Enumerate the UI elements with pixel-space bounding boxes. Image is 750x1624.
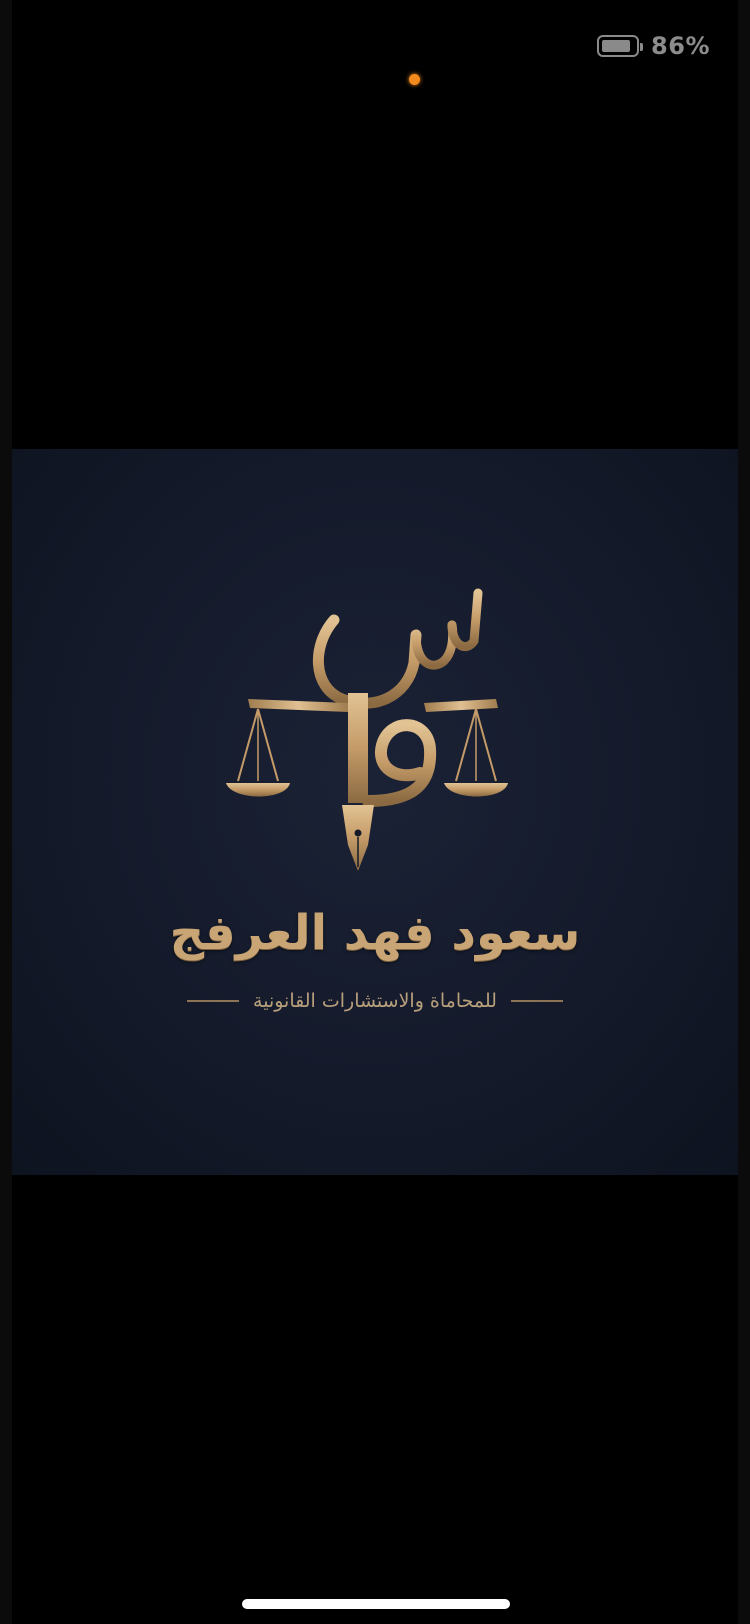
tagline-divider-left: [187, 1000, 240, 1002]
left-edge: [0, 0, 12, 1624]
tagline: للمحاماة والاستشارات القانونية: [253, 990, 497, 1012]
letter-fa-shape: [348, 693, 437, 807]
left-scale-pan-icon: [226, 708, 290, 797]
right-beam: [424, 699, 498, 712]
status-bar: 86%: [597, 30, 710, 62]
monogram-emblem: [226, 588, 508, 871]
screen: 86% سعود فهد العرفج للمحاماة والاستشارات…: [0, 0, 750, 1624]
pen-nib-icon: [342, 805, 374, 871]
brand-name: سعود فهد العرفج: [169, 905, 581, 961]
left-beam: [248, 699, 348, 712]
battery-icon: [597, 35, 644, 57]
letter-seen-shape: [312, 588, 483, 709]
battery-level-fill: [602, 40, 630, 52]
camera-indicator-dot: [409, 74, 420, 85]
home-indicator[interactable]: [242, 1599, 510, 1609]
battery-tip: [640, 43, 644, 51]
tagline-divider-right: [510, 1000, 563, 1002]
right-edge: [738, 0, 750, 1624]
battery-percent: 86%: [651, 32, 710, 60]
logo-image[interactable]: سعود فهد العرفج للمحاماة والاستشارات الق…: [12, 449, 738, 1175]
tagline-row: للمحاماة والاستشارات القانونية: [12, 990, 738, 1012]
right-scale-pan-icon: [444, 708, 508, 797]
